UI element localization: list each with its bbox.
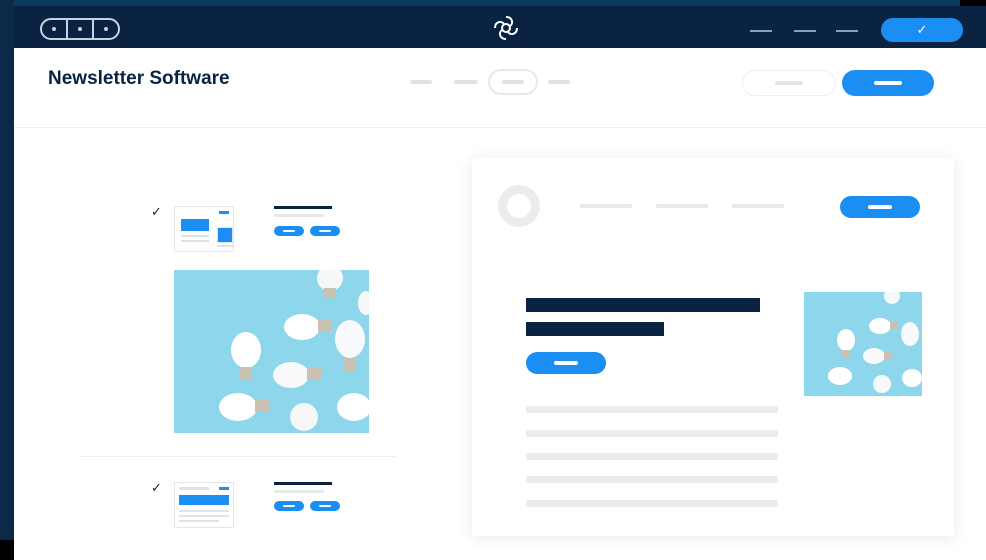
nav-item-4[interactable]	[548, 80, 570, 84]
card-nav-item-1[interactable]	[580, 204, 632, 208]
window-control-2[interactable]	[68, 20, 94, 38]
body-text-line	[526, 500, 778, 507]
window-controls[interactable]	[40, 18, 120, 40]
primary-button[interactable]	[842, 70, 934, 96]
dot-icon	[104, 27, 108, 31]
template-1-action-1[interactable]	[274, 226, 304, 236]
list-divider	[80, 456, 396, 457]
secondary-button-label	[775, 81, 803, 85]
body-text-line	[526, 476, 778, 483]
card-lightbulbs-illustration	[828, 292, 922, 393]
nav-item-active[interactable]	[488, 69, 538, 95]
checkmark-icon: ✓	[916, 22, 928, 38]
thumb-tag	[219, 487, 229, 490]
thumb-line	[179, 520, 219, 522]
body-text-line	[526, 453, 778, 460]
thumb-line	[179, 510, 229, 512]
titlebar-dash-1	[750, 30, 772, 32]
title-bar: ✓	[14, 6, 986, 48]
card-header-button[interactable]	[840, 196, 920, 218]
window-control-3[interactable]	[94, 20, 118, 38]
avatar	[498, 185, 540, 227]
secondary-button[interactable]	[742, 70, 836, 96]
thumb-line	[179, 487, 209, 490]
window-frame-left	[0, 0, 14, 560]
nav-item-1[interactable]	[410, 80, 432, 84]
card-nav-item-3[interactable]	[732, 204, 784, 208]
template-2-thumbnail[interactable]	[174, 482, 234, 528]
thumb-tag	[219, 211, 229, 214]
template-2-checkbox[interactable]: ✓	[151, 482, 165, 496]
app-header: Newsletter Software	[14, 48, 986, 128]
headline-line-1	[526, 298, 760, 312]
confirm-button[interactable]: ✓	[881, 18, 963, 42]
thumb-line	[181, 235, 209, 237]
template-2-title-bar	[274, 482, 332, 485]
titlebar-dash-2	[794, 30, 816, 32]
nav-item-active-label	[502, 80, 524, 84]
card-lightbulbs-photo	[804, 292, 922, 396]
thumb-block	[181, 219, 209, 231]
lightbulbs-photo	[174, 270, 369, 433]
newsletter-preview-card	[472, 158, 954, 536]
swirl-logo-icon	[494, 16, 518, 40]
thumb-line	[217, 245, 233, 247]
titlebar-dash-3	[836, 30, 858, 32]
thumb-block-small	[217, 227, 233, 243]
template-1-action-2[interactable]	[310, 226, 340, 236]
body-text-line	[526, 406, 778, 413]
template-2-action-1[interactable]	[274, 501, 304, 511]
template-2-subtitle-bar	[274, 490, 324, 493]
headline-line-2	[526, 322, 664, 336]
primary-button-label	[874, 81, 902, 85]
template-1-subtitle-bar	[274, 214, 324, 217]
template-1-checkbox[interactable]: ✓	[151, 206, 165, 220]
body-text-line	[526, 430, 778, 437]
dot-icon	[78, 27, 82, 31]
card-nav-item-2[interactable]	[656, 204, 708, 208]
window-frame-corner	[0, 540, 14, 560]
thumb-line	[181, 240, 209, 242]
template-1-title-bar	[274, 206, 332, 209]
thumb-line	[179, 515, 229, 517]
dot-icon	[52, 27, 56, 31]
lightbulbs-illustration	[219, 270, 369, 431]
cta-button[interactable]	[526, 352, 606, 374]
thumb-block	[179, 495, 229, 505]
page-title: Newsletter Software	[48, 68, 230, 89]
window-control-1[interactable]	[42, 20, 68, 38]
template-2-action-2[interactable]	[310, 501, 340, 511]
nav-item-2[interactable]	[454, 80, 478, 84]
template-1-thumbnail[interactable]	[174, 206, 234, 252]
